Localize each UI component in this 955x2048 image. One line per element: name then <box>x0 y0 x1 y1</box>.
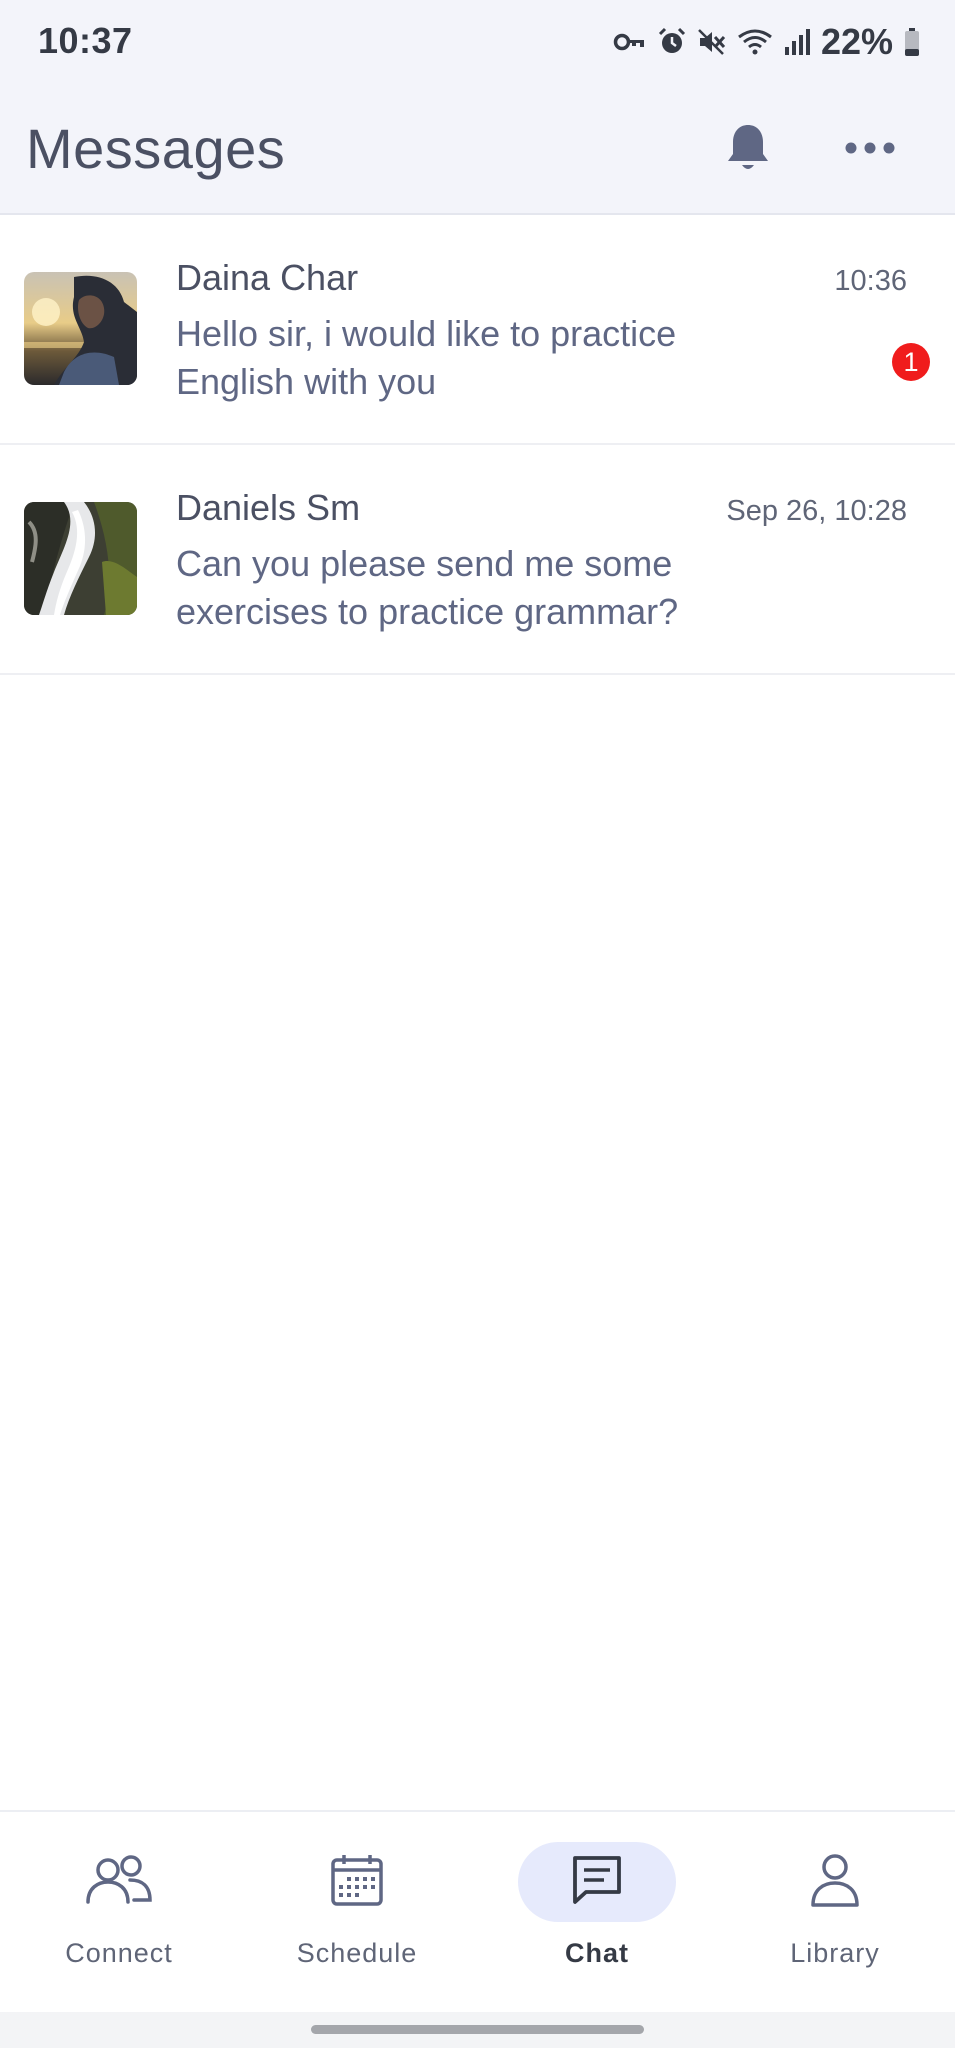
nav-label: Library <box>790 1938 880 1968</box>
person-icon <box>809 1852 861 1913</box>
nav-item-schedule[interactable]: Schedule <box>238 1842 476 1982</box>
chat-icon <box>570 1854 624 1911</box>
status-bar: 10:37 22% <box>0 0 955 86</box>
conversation-preview: Hello sir, i would like to practice Engl… <box>176 313 677 402</box>
bell-icon <box>724 122 772 179</box>
status-icons: 22% <box>613 20 921 64</box>
alarm-icon <box>657 27 687 57</box>
nav-icon-container <box>278 1842 436 1922</box>
nav-label: Connect <box>65 1938 173 1968</box>
nav-icon-container <box>518 1842 676 1922</box>
more-horizontal-icon <box>844 141 896 160</box>
gesture-area <box>0 2012 955 2048</box>
calendar-icon <box>330 1853 384 1912</box>
avatar <box>24 502 137 615</box>
notifications-button[interactable] <box>712 114 784 186</box>
conversation-name: Daina Char <box>176 257 359 298</box>
avatar <box>24 272 137 385</box>
nav-icon-container <box>40 1842 198 1922</box>
page-title: Messages <box>26 117 286 180</box>
battery-icon <box>903 27 921 57</box>
nav-item-library[interactable]: Library <box>716 1842 954 1982</box>
unread-badge: 1 <box>892 343 930 381</box>
signal-icon <box>783 27 811 57</box>
conversation-list: Daina Char 10:36 Hello sir, i would like… <box>0 215 955 675</box>
nav-icon-container <box>756 1842 914 1922</box>
conversation-item-daina-char[interactable]: Daina Char 10:36 Hello sir, i would like… <box>0 215 955 445</box>
bottom-navigation: Connect Schedule Chat Library <box>0 1810 955 2014</box>
app-header: Messages <box>0 86 955 215</box>
status-time: 10:37 <box>38 20 133 61</box>
people-icon <box>84 1854 154 1911</box>
conversation-time: 10:36 <box>834 265 907 297</box>
more-options-button[interactable] <box>834 114 906 186</box>
conversation-item-daniels-sm[interactable]: Daniels Sm Sep 26, 10:28 Can you please … <box>0 445 955 675</box>
nav-label: Chat <box>565 1938 629 1968</box>
conversation-time: Sep 26, 10:28 <box>726 495 907 527</box>
vpn-key-icon <box>613 30 647 54</box>
battery-percent: 22% <box>820 21 893 62</box>
nav-item-connect[interactable]: Connect <box>0 1842 238 1982</box>
home-gesture-bar[interactable] <box>311 2025 644 2034</box>
nav-label: Schedule <box>296 1938 418 1968</box>
mute-icon <box>697 27 727 57</box>
conversation-preview: Can you please send me some exercises to… <box>176 543 679 632</box>
messages-screen: 10:37 22% Messages Daina Char 10:36 Hell… <box>0 0 955 2048</box>
nav-item-chat[interactable]: Chat <box>478 1842 716 1982</box>
conversation-name: Daniels Sm <box>176 487 361 528</box>
wifi-icon <box>737 27 773 57</box>
